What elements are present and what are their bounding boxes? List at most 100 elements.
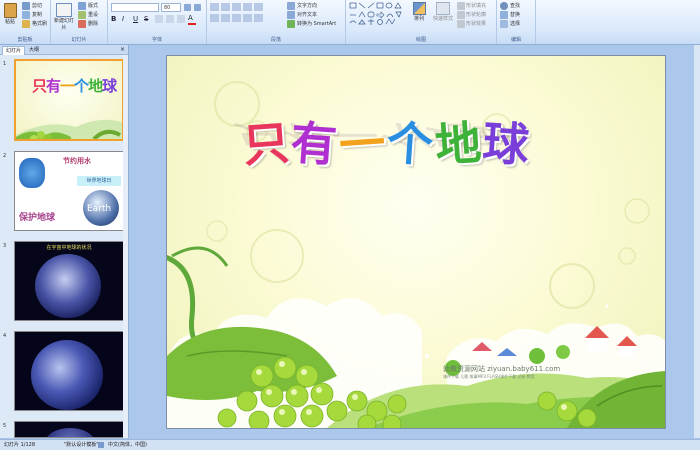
spellcheck-icon[interactable] [98,442,104,448]
list-buttons [210,3,263,11]
title-char: 只 [241,115,294,173]
shape-effects-button[interactable]: 形状效果 [466,20,486,27]
layout-icon[interactable] [78,2,86,10]
cut-icon[interactable] [22,2,30,10]
thumb2-title: 节约用水 [63,157,91,165]
tab-outline[interactable]: 大纲 [26,46,42,54]
delete-icon[interactable] [78,20,86,28]
font-format-row: B I U S A [111,15,196,25]
shapes-gallery[interactable] [349,2,407,26]
select-icon[interactable] [500,20,508,28]
arrange-icon [412,2,426,15]
bullets-icon[interactable] [210,3,219,11]
reset-button[interactable]: 重设 [88,11,98,18]
strikethrough-icon[interactable]: S [144,15,152,23]
layout-button[interactable]: 版式 [88,2,98,9]
find-icon[interactable] [500,2,508,10]
shrink-font-icon[interactable] [194,4,201,11]
justify-icon[interactable] [243,14,252,22]
align-text-icon[interactable] [287,11,295,19]
align-right-icon[interactable] [232,14,241,22]
current-slide[interactable]: 只有一个地球 只有一个地球 幼教资源网站 ziyuan.baby611.com … [166,55,666,429]
font-color-icon[interactable]: A [188,15,196,25]
increase-indent-icon[interactable] [243,3,252,11]
shadow-icon[interactable] [155,15,163,23]
slide-thumbnail-4[interactable] [14,331,124,411]
thumb1-title: 只有一个地球 [32,77,117,95]
paragraph-group-label: 段落 [270,37,281,43]
slide-thumbnail-5[interactable] [14,421,124,438]
slide-thumbnail-3[interactable]: 在宇宙中地球的状况 [14,241,124,321]
copy-icon[interactable] [22,11,30,19]
thumb4-earth-image [31,340,103,410]
char-spacing-icon[interactable] [166,15,174,23]
panel-scrollbar[interactable] [123,55,128,438]
align-left-icon[interactable] [210,14,219,22]
italic-icon[interactable]: I [122,15,130,23]
underline-icon[interactable]: U [133,15,141,23]
convert-smartart-button[interactable]: 转换为 SmartArt [297,20,336,27]
shape-effects-icon[interactable] [457,20,465,28]
shape-fill-button[interactable]: 形状填充 [466,2,486,9]
align-center-icon[interactable] [221,14,230,22]
columns-icon[interactable] [254,14,263,22]
arrange-button[interactable]: 排列 [410,2,428,22]
slide-scrollbar[interactable] [694,45,700,438]
line-spacing-icon[interactable] [254,3,263,11]
slide-number: 5 [3,423,7,429]
new-slide-button[interactable]: 新建幻灯片 [53,3,75,31]
ribbon: 粘贴 剪切 复制 格式刷 剪贴板 新建幻灯片 版式 重设 删除 幻灯片 80 B… [0,0,700,45]
bold-icon[interactable]: B [111,15,119,23]
slide-title-text: 只有一个地球 [241,115,532,172]
shape-fill-icon[interactable] [457,2,465,10]
new-slide-label: 新建幻灯片 [53,18,74,31]
copy-button[interactable]: 复制 [32,11,42,18]
thumb2-globe-figure [19,158,45,188]
format-painter-icon[interactable] [22,20,30,28]
slide-thumbnail-2[interactable]: 节约用水 世界地球日 保护地球 Earth [14,151,124,231]
quick-styles-button[interactable]: 快速样式 [430,2,456,22]
select-button[interactable]: 选择 [510,20,520,27]
smartart-icon[interactable] [287,20,295,28]
thumb1-landscape [16,119,122,139]
paragraph-group: 文字方向 对齐文本 转换为 SmartArt 段落 [207,0,346,44]
slides-group-label: 幻灯片 [71,37,87,43]
delete-button[interactable]: 删除 [88,20,98,27]
align-text-button[interactable]: 对齐文本 [297,11,317,18]
font-group-label: 字体 [151,37,162,43]
paste-label: 粘贴 [4,19,15,25]
grow-font-icon[interactable] [184,4,191,11]
slide-number: 4 [3,333,7,339]
title-char: 个 [384,115,437,173]
font-size-dropdown[interactable]: 80 [161,3,181,12]
reset-icon[interactable] [78,11,86,19]
find-button[interactable]: 查找 [510,2,520,9]
format-painter-button[interactable]: 格式刷 [32,20,47,27]
font-group: 80 B I U S A 字体 [108,0,207,44]
decrease-indent-icon[interactable] [232,3,241,11]
change-case-icon[interactable] [177,15,185,23]
paste-button[interactable]: 粘贴 [2,3,18,25]
title-char: 有 [288,115,341,173]
thumb2-bottom-text: 保护地球 [19,213,56,223]
slides-group: 新建幻灯片 版式 重设 删除 幻灯片 [51,0,108,44]
title-char: 一 [337,115,390,173]
shape-outline-icon[interactable] [457,11,465,19]
font-name-dropdown[interactable] [111,3,159,12]
align-buttons [210,14,263,22]
tab-slides[interactable]: 幻灯片 [2,46,26,55]
text-direction-icon[interactable] [287,2,295,10]
replace-icon[interactable] [500,11,508,19]
replace-button[interactable]: 替换 [510,11,520,18]
drawing-group-label: 绘图 [415,37,426,43]
close-panel-icon[interactable]: × [120,46,125,53]
slide-title[interactable]: 只有一个地球 [241,108,532,174]
numbering-icon[interactable] [221,3,230,11]
cut-button[interactable]: 剪切 [32,2,42,9]
text-direction-button[interactable]: 文字方向 [297,2,317,9]
slide-thumbnail-1[interactable]: 只有一个地球 [14,59,124,141]
slide-number: 2 [3,153,7,159]
shape-outline-button[interactable]: 形状轮廓 [466,11,486,18]
clipboard-group-label: 剪贴板 [17,37,33,43]
clipboard-group: 粘贴 剪切 复制 格式刷 剪贴板 [0,0,51,44]
